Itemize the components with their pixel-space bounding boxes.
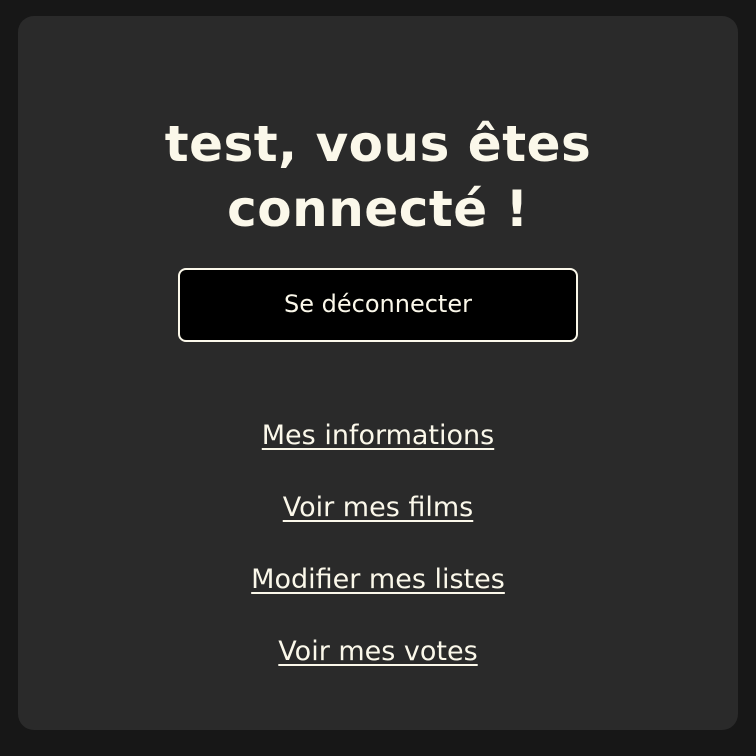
link-voir-mes-votes[interactable]: Voir mes votes: [18, 632, 738, 672]
account-links: Mes informations Voir mes films Modifier…: [18, 416, 738, 704]
page-title-line-1: test, vous êtes: [164, 115, 592, 173]
page-title: test, vous êtes connecté !: [18, 112, 738, 242]
logout-button[interactable]: Se déconnecter: [178, 268, 578, 342]
page-title-line-2: connecté !: [227, 180, 529, 238]
link-modifier-mes-listes[interactable]: Modifier mes listes: [18, 560, 738, 600]
link-mes-informations[interactable]: Mes informations: [18, 416, 738, 456]
link-voir-mes-films[interactable]: Voir mes films: [18, 488, 738, 528]
account-card: test, vous êtes connecté ! Se déconnecte…: [18, 16, 738, 730]
